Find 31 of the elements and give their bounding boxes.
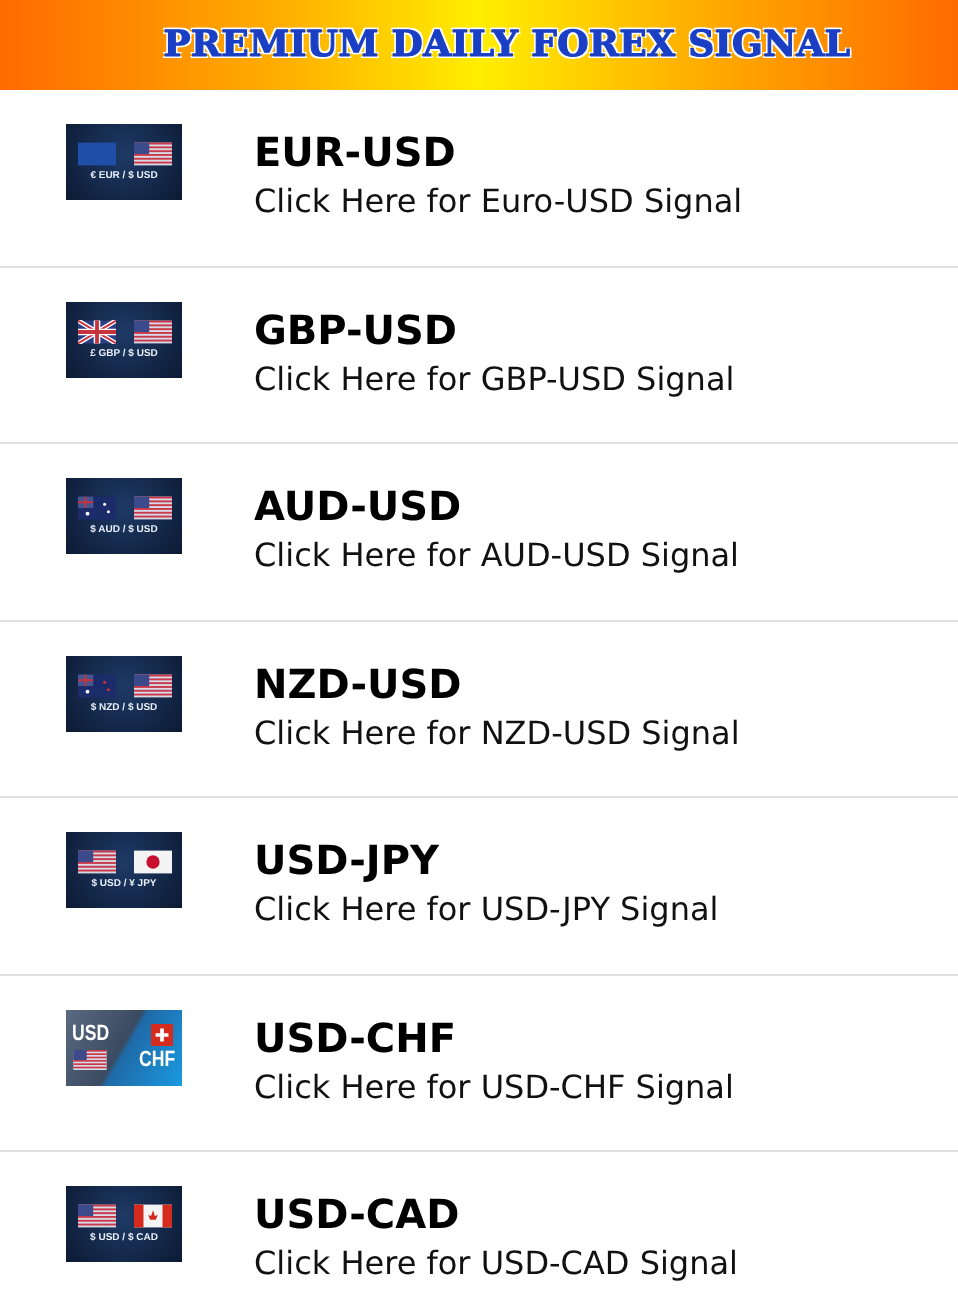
pair-title: USD-JPY (254, 838, 441, 882)
pair-title: NZD-USD (254, 661, 464, 705)
flag-icon (77, 319, 115, 343)
pair-title: EUR-USD (254, 130, 458, 174)
thumbnail-caption: USD (72, 1024, 110, 1046)
flag-icon (77, 1204, 115, 1228)
signal-link[interactable]: Click Here for USD-JPY Signal (254, 890, 719, 929)
flag-icon (133, 496, 171, 520)
signal-link[interactable]: Click Here for GBP-USD Signal (254, 359, 735, 398)
signal-link[interactable]: Click Here for NZD-USD Signal (254, 713, 740, 752)
pair-title: AUD-USD (254, 484, 464, 528)
flag-icon (72, 1050, 108, 1070)
flag-icon (77, 673, 115, 697)
flag-icon (133, 319, 171, 343)
signal-link[interactable]: Click Here for AUD-USD Signal (254, 536, 739, 575)
signal-link[interactable]: Click Here for Euro-USD Signal (254, 182, 743, 221)
flag-icon (133, 142, 171, 166)
flag-icon (133, 1204, 171, 1228)
pair-title: USD-CHF (254, 1015, 458, 1059)
signal-link[interactable]: Click Here for USD-CHF Signal (254, 1067, 734, 1106)
flag-icon (77, 850, 115, 874)
thumbnail-caption: CHF (139, 1049, 176, 1071)
flag-icon (133, 850, 171, 874)
pair-title: USD-CAD (254, 1192, 462, 1236)
flag-icon (148, 1023, 176, 1045)
flag-icon (77, 142, 115, 166)
flag-icon (133, 673, 171, 697)
banner-title: PREMIUM DAILY FOREX SIGNAL (163, 24, 851, 66)
pair-title: GBP-USD (254, 307, 460, 351)
flag-icon (77, 496, 115, 520)
signal-link[interactable]: Click Here for USD-CAD Signal (254, 1244, 738, 1283)
